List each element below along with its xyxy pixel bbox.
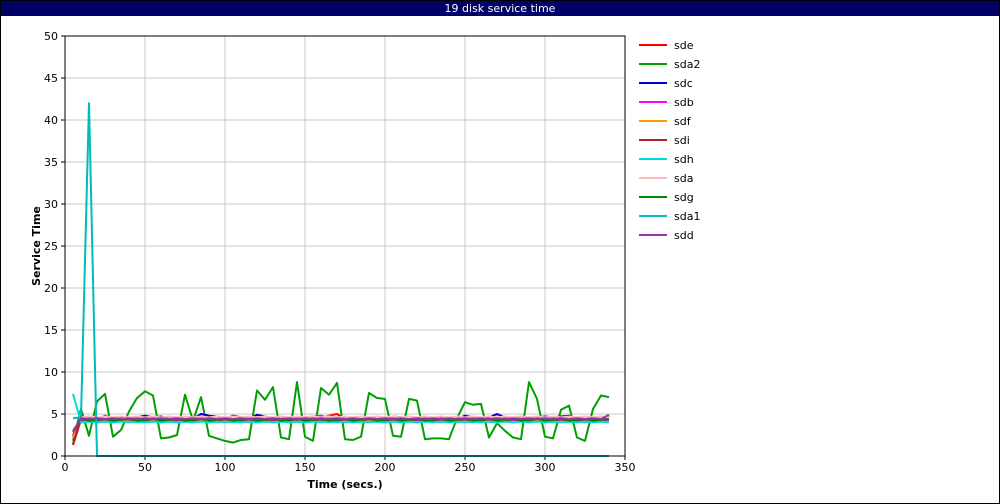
legend-label-sdi: sdi — [674, 134, 690, 147]
legend-label-sdf: sdf — [674, 115, 692, 128]
x-tick-label: 100 — [215, 461, 236, 474]
legend-label-sdg: sdg — [674, 191, 694, 204]
legend-label-sdd: sdd — [674, 229, 694, 242]
y-tick-label: 45 — [44, 72, 58, 85]
legend-label-sda: sda — [674, 172, 693, 185]
x-tick-label: 0 — [62, 461, 69, 474]
x-tick-label: 150 — [295, 461, 316, 474]
y-tick-label: 30 — [44, 198, 58, 211]
y-tick-label: 20 — [44, 282, 58, 295]
legend-label-sdb: sdb — [674, 96, 694, 109]
series-lines — [72, 102, 610, 457]
x-tick-label: 350 — [615, 461, 636, 474]
y-tick-label: 15 — [44, 324, 58, 337]
y-tick-label: 10 — [44, 366, 58, 379]
y-tick-label: 35 — [44, 156, 58, 169]
series-line-sda2 — [72, 381, 610, 444]
legend-label-sda1: sda1 — [674, 210, 700, 223]
legend-label-sda2: sda2 — [674, 58, 700, 71]
x-tick-label: 50 — [138, 461, 152, 474]
x-tick-label: 300 — [535, 461, 556, 474]
legend-label-sde: sde — [674, 39, 694, 52]
y-tick-label: 5 — [51, 408, 58, 421]
chart-window: 19 disk service time 0 50 100 150 200 250 300 3… — [0, 0, 1000, 504]
y-tick-label: 50 — [44, 30, 58, 43]
chart-svg: 0 50 100 150 200 250 300 350 0 5 10 15 20 25 30 35 40 45 5… — [30, 30, 700, 491]
y-tick-label: 25 — [44, 240, 58, 253]
y-tick-label: 40 — [44, 114, 58, 127]
y-axis-label: Service Time — [30, 206, 43, 286]
legend-label-sdc: sdc — [674, 77, 693, 90]
x-tick-label: 250 — [455, 461, 476, 474]
x-axis-label: Time (secs.) — [307, 478, 382, 491]
legend: sde sda2 sdc sdb sdf sdi sdh sda sdg sda1 sdd — [639, 39, 700, 242]
y-tick-label: 0 — [51, 450, 58, 463]
x-tick-label: 200 — [375, 461, 396, 474]
legend-label-sdh: sdh — [674, 153, 694, 166]
